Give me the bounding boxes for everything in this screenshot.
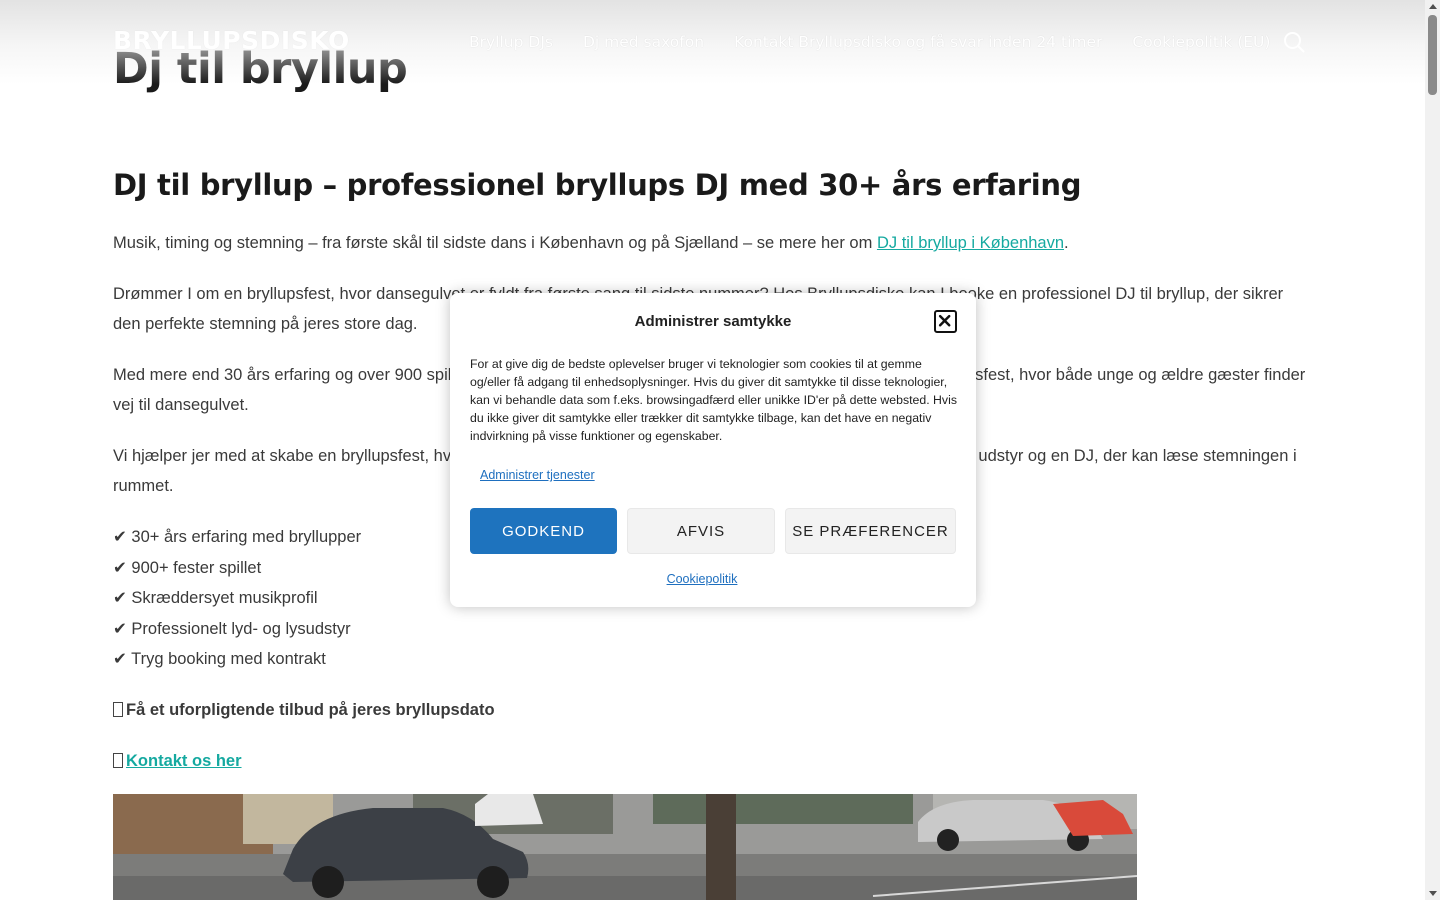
accept-button[interactable]: GODKEND xyxy=(470,508,617,554)
site-header: BRYLLUPSDISKO Bryllup DJs Dj med saxofon… xyxy=(0,0,1425,84)
list-item: ✔ Tryg booking med kontrakt xyxy=(113,650,326,668)
consent-title: Administrer samtykke xyxy=(634,313,792,330)
street-photo xyxy=(113,794,1137,900)
missing-glyph-icon xyxy=(113,752,123,768)
contact-link[interactable]: Kontakt os her xyxy=(126,752,242,770)
missing-glyph-icon xyxy=(113,701,123,717)
nav-item-kontakt[interactable]: Kontakt Bryllupsdisko og få svar inden 2… xyxy=(734,33,1102,51)
intro-end: . xyxy=(1064,234,1069,252)
intro-text: Musik, timing og stemning – fra første s… xyxy=(113,234,877,252)
close-icon[interactable] xyxy=(934,310,957,333)
list-item: ✔ Professionelt lyd- og lysudstyr xyxy=(113,619,351,638)
cookie-policy-link[interactable]: Cookiepolitik xyxy=(450,572,954,586)
contact-line: Kontakt os her xyxy=(113,746,1308,776)
search-icon[interactable] xyxy=(1283,31,1305,53)
dj-koebenhavn-link[interactable]: DJ til bryllup i København xyxy=(877,234,1064,252)
nav-item-cookiepolitik[interactable]: Cookiepolitik (EU) xyxy=(1132,33,1270,51)
site-logo[interactable]: BRYLLUPSDISKO xyxy=(113,26,350,55)
intro-paragraph: Musik, timing og stemning – fra første s… xyxy=(113,228,1308,258)
deny-button[interactable]: AFVIS xyxy=(627,508,775,554)
nav-item-dj-saxofon[interactable]: Dj med saxofon xyxy=(583,33,704,51)
page-scrollbar[interactable] xyxy=(1425,0,1440,900)
scroll-down-arrow-icon[interactable] xyxy=(1429,891,1437,896)
manage-services-link[interactable]: Administrer tjenester xyxy=(480,468,595,482)
scroll-up-arrow-icon[interactable] xyxy=(1429,4,1437,9)
section-heading: DJ til bryllup – professionel bryllups D… xyxy=(113,168,1082,202)
street-photo-illustration xyxy=(113,794,1137,900)
preferences-button[interactable]: SE PRÆFERENCER xyxy=(785,508,956,554)
offer-text: Få et uforpligtende tilbud på jeres bryl… xyxy=(126,700,495,719)
nav-item-bryllup-djs[interactable]: Bryllup DJs xyxy=(469,33,553,51)
offer-line: Få et uforpligtende tilbud på jeres bryl… xyxy=(113,695,1308,725)
main-nav: Bryllup DJs Dj med saxofon Kontakt Bryll… xyxy=(469,33,1300,51)
scrollbar-thumb[interactable] xyxy=(1428,15,1437,95)
consent-modal: Administrer samtykke For at give dig de … xyxy=(450,293,976,607)
consent-body-text: For at give dig de bedste oplevelser bru… xyxy=(470,357,957,443)
